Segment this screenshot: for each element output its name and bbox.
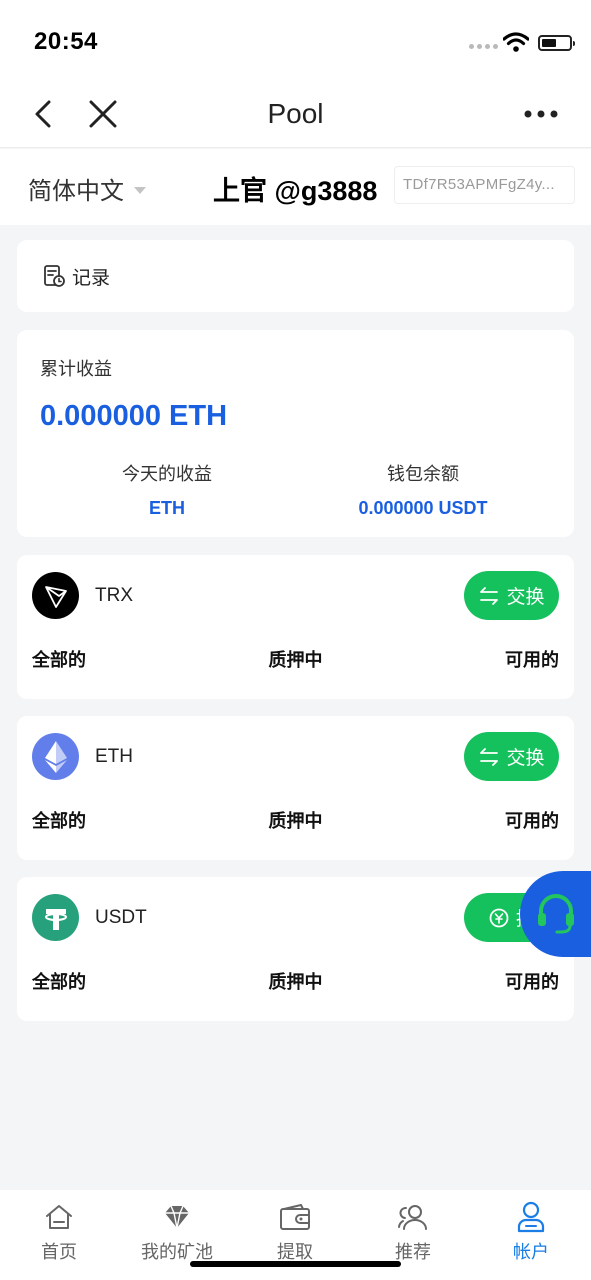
cellular-signal-icon [469,44,498,49]
language-select[interactable]: 简体中文 [28,171,146,206]
today-earnings-value: ETH [149,498,185,518]
records-label: 记录 [72,267,111,289]
coin-card-eth: ETH 交换 全部的 质押中 可用的 [17,716,574,860]
tab-home[interactable]: 首页 [0,1200,118,1264]
wallet-balance-value: 0.000000 USDT [358,498,488,518]
user-name: 上官 @g3888 [213,176,378,206]
more-button[interactable] [523,96,559,132]
yen-circle-icon [489,908,509,927]
coin-name: ETH [95,746,133,767]
wallet-icon [280,1204,310,1230]
wallet-address[interactable]: TDf7R53APMFgZ4y... [394,166,575,204]
page-title: Pool [267,98,324,129]
today-earnings-label: 今天的收益 [122,464,212,484]
trx-logo-icon [32,572,79,619]
wallet-balance: 钱包余额 0.000000 USDT [303,460,543,519]
headset-icon [537,894,574,934]
diamond-icon [165,1205,189,1229]
home-indicator [190,1261,401,1267]
nav-bar: Pool [0,82,591,148]
records-link[interactable]: 记录 [17,240,574,312]
earnings-title: 累计收益 [40,359,112,379]
available-label: 可用的 [505,650,559,670]
language-label: 简体中文 [28,178,124,205]
wifi-icon [503,32,529,52]
available-label: 可用的 [505,972,559,992]
staked-label: 质押中 [268,650,323,670]
tab-my-pool[interactable]: 我的矿池 [118,1200,236,1264]
exchange-button[interactable]: 交换 [464,732,559,781]
coin-card-usdt: USDT 提 全部的 质押中 可用的 [17,877,574,1021]
home-icon [46,1205,72,1229]
coin-name: USDT [95,907,147,928]
exchange-label: 交换 [506,587,545,608]
tab-referral[interactable]: 推荐 [354,1200,472,1264]
coin-name: TRX [95,585,133,606]
today-earnings: 今天的收益 ETH [47,460,287,519]
swap-icon [480,747,499,766]
exchange-label: 交换 [506,748,545,769]
staked-label: 质押中 [268,811,323,831]
exchange-button[interactable]: 交换 [464,571,559,620]
battery-icon [538,35,575,51]
wallet-balance-label: 钱包余额 [387,464,459,484]
status-bar: 20:54 [0,0,591,82]
tab-label: 首页 [41,1242,77,1262]
available-label: 可用的 [505,811,559,831]
earnings-total: 0.000000 ETH [40,400,228,432]
caret-down-icon [134,186,146,194]
record-icon [44,265,65,287]
swap-icon [480,586,499,605]
coin-card-trx: TRX 交换 全部的 质押中 可用的 [17,555,574,699]
tab-label: 帐户 [513,1242,549,1262]
staked-label: 质押中 [268,972,323,992]
status-time: 20:54 [34,28,98,55]
tab-account[interactable]: 帐户 [472,1200,590,1264]
earnings-card: 累计收益 0.000000 ETH 今天的收益 ETH 钱包余额 0.00000… [17,330,574,537]
tab-withdraw[interactable]: 提取 [236,1200,354,1264]
more-icon [524,110,558,118]
users-icon [398,1205,427,1230]
account-icon [517,1201,545,1233]
usdt-logo-icon [32,894,79,941]
account-header: 简体中文 上官 @g3888 TDf7R53APMFgZ4y... [0,149,591,225]
eth-logo-icon [32,733,79,780]
